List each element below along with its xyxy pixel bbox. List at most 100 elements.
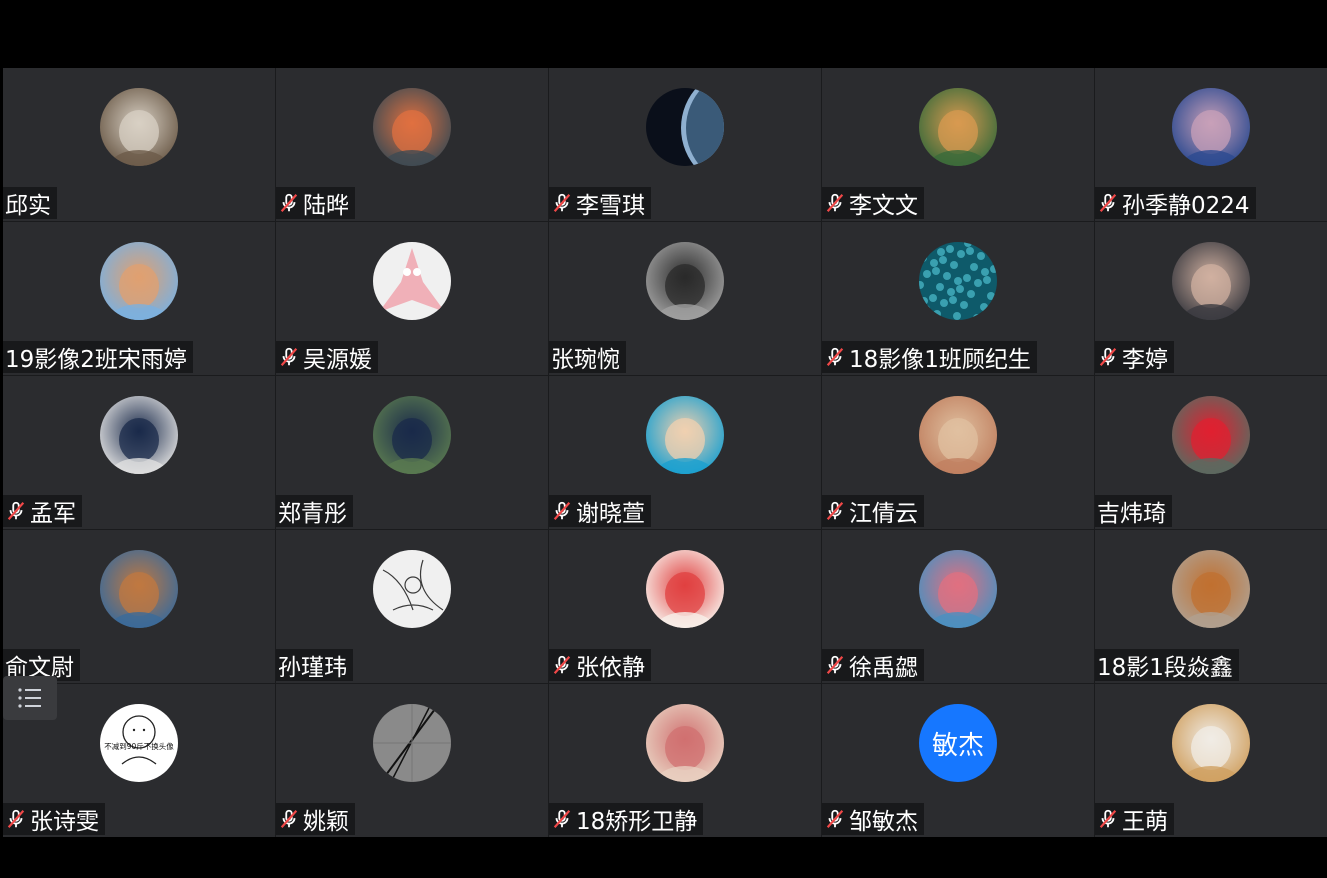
mic-muted-icon bbox=[826, 347, 844, 366]
participant-tile[interactable]: 张依静 bbox=[549, 530, 821, 683]
participant-tile[interactable]: 19影像2班宋雨婷 bbox=[3, 222, 275, 375]
participant-name-bar: 18矫形卫静 bbox=[549, 803, 704, 835]
participant-tile[interactable]: 18影1段焱鑫 bbox=[1095, 530, 1327, 683]
participant-name: 吴源媛 bbox=[303, 347, 372, 373]
participant-tile[interactable]: 王萌 bbox=[1095, 684, 1327, 837]
participant-name: 张琬惋 bbox=[551, 347, 620, 373]
mic-muted-icon bbox=[1099, 193, 1117, 212]
earth-space-image bbox=[646, 88, 724, 166]
participant-name-bar: 吴源媛 bbox=[276, 341, 378, 373]
participant-tile[interactable]: 孟军 bbox=[3, 376, 275, 529]
woman-flowers-image bbox=[919, 550, 997, 628]
cartoon-girl-image bbox=[373, 88, 451, 166]
participant-avatar: 敏杰 bbox=[919, 704, 997, 782]
participant-name: 陆晔 bbox=[303, 193, 349, 219]
participant-name: 19影像2班宋雨婷 bbox=[5, 347, 187, 373]
participant-name-bar: 李文文 bbox=[822, 187, 924, 219]
participant-name-bar: 李婷 bbox=[1095, 341, 1174, 373]
participant-avatar bbox=[373, 704, 451, 782]
participant-avatar bbox=[373, 88, 451, 166]
participant-name-bar: 吉炜琦 bbox=[1095, 495, 1172, 527]
mic-muted-icon bbox=[826, 655, 844, 674]
participant-avatar bbox=[373, 550, 451, 628]
participant-avatar bbox=[646, 550, 724, 628]
participant-tile[interactable]: 敏杰 邹敏杰 bbox=[822, 684, 1094, 837]
cat-photo-image bbox=[100, 88, 178, 166]
participant-tile[interactable]: 谢晓萱 bbox=[549, 376, 821, 529]
list-icon bbox=[18, 688, 41, 708]
cartoon-room-image bbox=[1172, 88, 1250, 166]
participant-name-bar: 张诗雯 bbox=[3, 803, 105, 835]
participant-tile[interactable]: 李婷 bbox=[1095, 222, 1327, 375]
participant-avatar bbox=[646, 396, 724, 474]
participant-avatar bbox=[373, 396, 451, 474]
man-photo-image bbox=[646, 242, 724, 320]
participant-name: 李文文 bbox=[849, 193, 918, 219]
participant-name: 孙季静0224 bbox=[1122, 193, 1250, 219]
participant-name: 李婷 bbox=[1122, 347, 1168, 373]
teal-beads-image bbox=[919, 242, 997, 320]
participant-avatar bbox=[919, 550, 997, 628]
participant-avatar bbox=[1172, 396, 1250, 474]
participant-tile[interactable]: 陆晔 bbox=[276, 68, 548, 221]
participant-tile[interactable]: 孙瑾玮 bbox=[276, 530, 548, 683]
participant-tile[interactable]: 徐禹勰 bbox=[822, 530, 1094, 683]
participant-tile[interactable]: 孙季静0224 bbox=[1095, 68, 1327, 221]
participant-name-bar: 王萌 bbox=[1095, 803, 1174, 835]
participant-name-bar: 张依静 bbox=[549, 649, 651, 681]
cat-closeup-image bbox=[646, 704, 724, 782]
participant-name: 徐禹勰 bbox=[849, 655, 918, 681]
participant-name-bar: 19影像2班宋雨婷 bbox=[3, 341, 193, 373]
participant-name-bar: 姚颖 bbox=[276, 803, 355, 835]
participant-avatar bbox=[1172, 88, 1250, 166]
participant-list-button[interactable] bbox=[3, 676, 57, 720]
young-man-photo-image bbox=[100, 396, 178, 474]
mic-muted-icon bbox=[826, 501, 844, 520]
participant-tile[interactable]: 18影像1班顾纪生 bbox=[822, 222, 1094, 375]
participant-avatar bbox=[646, 88, 724, 166]
participant-name: 18矫形卫静 bbox=[576, 809, 698, 835]
mic-muted-icon bbox=[826, 193, 844, 212]
puppy-photo-image bbox=[100, 550, 178, 628]
mic-muted-icon bbox=[7, 501, 25, 520]
cartoon-man-image bbox=[100, 242, 178, 320]
avatar-caption: 不减到90斤不换头像 bbox=[104, 742, 174, 751]
participant-name-bar: 徐禹勰 bbox=[822, 649, 924, 681]
participant-tile[interactable]: 邱实 bbox=[3, 68, 275, 221]
participant-name-bar: 孟军 bbox=[3, 495, 82, 527]
mic-muted-icon bbox=[553, 193, 571, 212]
participant-tile[interactable]: 俞文尉 bbox=[3, 530, 275, 683]
gray-lines-image bbox=[373, 704, 451, 782]
participant-name: 姚颖 bbox=[303, 809, 349, 835]
participant-avatar bbox=[100, 88, 178, 166]
participant-tile[interactable]: 江倩云 bbox=[822, 376, 1094, 529]
participant-name-bar: 江倩云 bbox=[822, 495, 924, 527]
participant-name-bar: 李雪琪 bbox=[549, 187, 651, 219]
cartoon-boy-image bbox=[646, 396, 724, 474]
mic-muted-icon bbox=[280, 809, 298, 828]
woman-photo-image bbox=[1172, 242, 1250, 320]
participant-tile[interactable]: 张琬惋 bbox=[549, 222, 821, 375]
participant-tile[interactable]: 郑青彤 bbox=[276, 376, 548, 529]
participant-tile[interactable]: 李文文 bbox=[822, 68, 1094, 221]
participant-tile[interactable]: 李雪琪 bbox=[549, 68, 821, 221]
participant-avatar bbox=[646, 704, 724, 782]
participant-avatar bbox=[100, 242, 178, 320]
participant-tile[interactable]: 吉炜琦 bbox=[1095, 376, 1327, 529]
participant-tile[interactable]: 吴源媛 bbox=[276, 222, 548, 375]
participant-name: 孟军 bbox=[30, 501, 76, 527]
participant-name: 江倩云 bbox=[849, 501, 918, 527]
sketch-art-image bbox=[373, 550, 451, 628]
participant-name-bar: 陆晔 bbox=[276, 187, 355, 219]
participant-tile[interactable]: 18矫形卫静 bbox=[549, 684, 821, 837]
participant-name: 张依静 bbox=[576, 655, 645, 681]
participant-name-bar: 18影1段焱鑫 bbox=[1095, 649, 1239, 681]
participant-tile[interactable]: 姚颖 bbox=[276, 684, 548, 837]
participant-name: 王萌 bbox=[1122, 809, 1168, 835]
participant-name: 张诗雯 bbox=[30, 809, 99, 835]
avatar-initials: 敏杰 bbox=[931, 730, 984, 761]
participant-name-bar: 郑青彤 bbox=[276, 495, 353, 527]
participant-avatar bbox=[919, 242, 997, 320]
participant-name: 吉炜琦 bbox=[1097, 501, 1166, 527]
mic-muted-icon bbox=[826, 809, 844, 828]
